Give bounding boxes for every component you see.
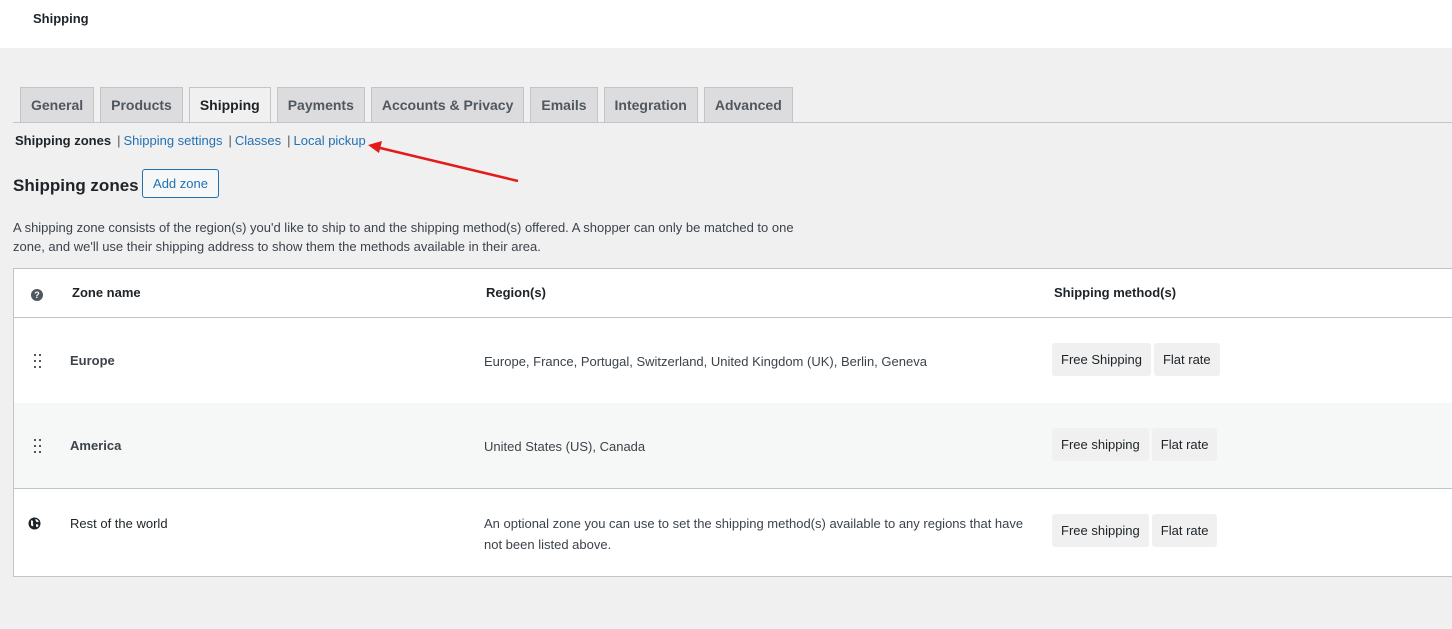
tab-shipping[interactable]: Shipping bbox=[188, 87, 271, 124]
add-zone-button[interactable]: Add zone bbox=[142, 169, 219, 198]
zone-name-header: Zone name bbox=[72, 285, 141, 300]
zone-name-link[interactable]: Europe bbox=[70, 353, 115, 368]
table-row[interactable]: Europe Europe, France, Portugal, Switzer… bbox=[14, 319, 1452, 403]
subnav-separator: | bbox=[117, 133, 121, 148]
zone-methods: Free shipping Flat rate bbox=[1052, 428, 1218, 461]
tab-divider bbox=[13, 122, 1452, 123]
zone-methods: Free shipping Flat rate bbox=[1052, 514, 1218, 547]
tab-general[interactable]: General bbox=[20, 87, 95, 123]
table-row[interactable]: America United States (US), Canada Free … bbox=[14, 403, 1452, 488]
shipping-subnav: Shipping zones | Shipping settings | Classes… bbox=[15, 133, 366, 148]
subnav-shipping-settings-link[interactable]: Shipping settings bbox=[123, 133, 222, 148]
settings-tabs: General Products Shipping Payments Accou… bbox=[20, 87, 799, 124]
zone-regions: Europe, France, Portugal, Switzerland, U… bbox=[484, 354, 927, 369]
subnav-separator: | bbox=[287, 133, 291, 148]
methods-header: Shipping method(s) bbox=[1054, 285, 1177, 300]
subnav-classes-link[interactable]: Classes bbox=[235, 133, 281, 148]
tab-payments[interactable]: Payments bbox=[276, 87, 365, 123]
help-icon[interactable]: ? bbox=[31, 289, 43, 301]
method-badge[interactable]: Free shipping bbox=[1052, 428, 1149, 461]
table-row[interactable]: Rest of the world An optional zone you c… bbox=[14, 488, 1452, 576]
shipping-zones-table: ? Zone name Region(s) Shipping method(s)… bbox=[13, 268, 1452, 577]
zone-name-link[interactable]: Rest of the world bbox=[70, 516, 168, 531]
zone-methods: Free Shipping Flat rate bbox=[1052, 343, 1220, 376]
tab-integration[interactable]: Integration bbox=[603, 87, 698, 123]
method-badge[interactable]: Flat rate bbox=[1153, 343, 1220, 376]
zone-regions: An optional zone you can use to set the … bbox=[484, 516, 1024, 552]
top-bar: Shipping bbox=[0, 0, 1452, 48]
zone-name-link[interactable]: America bbox=[70, 438, 121, 453]
method-badge[interactable]: Free Shipping bbox=[1052, 343, 1151, 376]
section-description: A shipping zone consists of the region(s… bbox=[13, 220, 794, 254]
drag-handle-icon[interactable] bbox=[33, 439, 43, 453]
tab-products[interactable]: Products bbox=[100, 87, 183, 123]
subnav-separator: | bbox=[228, 133, 232, 148]
zone-regions: United States (US), Canada bbox=[484, 439, 646, 454]
subnav-shipping-zones: Shipping zones bbox=[15, 133, 112, 148]
annotation-arrow bbox=[368, 141, 519, 183]
method-badge[interactable]: Flat rate bbox=[1151, 428, 1218, 461]
subnav-local-pickup-link[interactable]: Local pickup bbox=[294, 133, 366, 148]
section-heading: Shipping zones bbox=[13, 176, 139, 195]
drag-handle-icon[interactable] bbox=[33, 354, 43, 368]
method-badge[interactable]: Free shipping bbox=[1052, 514, 1149, 547]
page-title: Shipping bbox=[33, 11, 89, 26]
table-header: ? Zone name Region(s) Shipping method(s) bbox=[14, 269, 1452, 318]
method-badge[interactable]: Flat rate bbox=[1151, 514, 1218, 547]
tab-accounts-privacy[interactable]: Accounts & Privacy bbox=[370, 87, 525, 123]
tab-emails[interactable]: Emails bbox=[530, 87, 598, 123]
tab-advanced[interactable]: Advanced bbox=[703, 87, 793, 123]
regions-header: Region(s) bbox=[486, 285, 546, 300]
globe-icon bbox=[28, 517, 41, 530]
